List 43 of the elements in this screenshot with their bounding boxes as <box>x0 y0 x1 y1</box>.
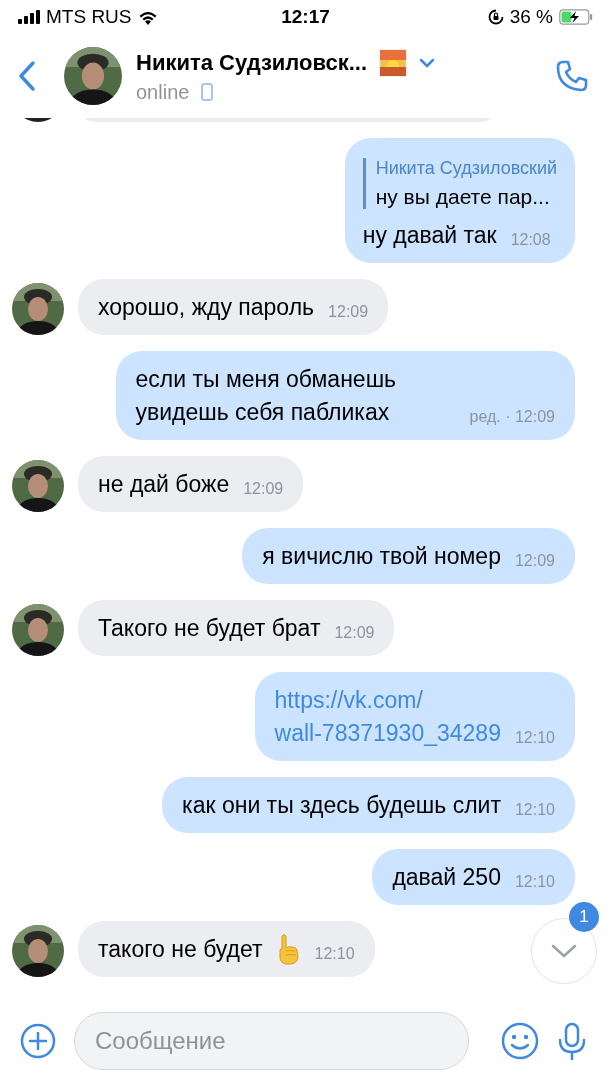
message-time: 12:10 <box>314 945 355 965</box>
message-text: хорошо, жду пароль <box>98 293 315 323</box>
chevron-down-icon[interactable] <box>419 57 436 68</box>
chevron-down-icon <box>551 944 577 958</box>
clock-time: 12:17 <box>281 6 330 28</box>
message-time: 12:08 <box>510 231 551 251</box>
battery-percent: 36 % <box>509 6 553 28</box>
message-text: я вичислю твой номер <box>262 541 501 571</box>
emoji-smile-icon[interactable] <box>501 1022 539 1060</box>
message-input-field[interactable]: Сообщение <box>74 1012 469 1070</box>
quoted-message[interactable]: Никита Судзиловский ну вы даете пар... <box>362 158 557 209</box>
back-button[interactable] <box>18 60 36 92</box>
contact-name[interactable]: Никита Судзиловск... <box>136 49 368 76</box>
message-text: давай 250 <box>392 862 501 892</box>
message-text: Такого не будет брат <box>98 614 321 644</box>
message-text: как они ты здесь будешь слит <box>182 790 501 820</box>
message-time: 12:09 <box>243 479 284 499</box>
message-time: 12:10 <box>514 873 555 893</box>
signal-icon <box>18 10 40 24</box>
quote-author: Никита Судзиловский <box>375 158 557 179</box>
message-time: 12:09 <box>334 624 375 644</box>
message-text: такого не будет <box>98 935 263 965</box>
message-time: 12:09 <box>514 552 555 572</box>
quote-text: ну вы даете пар... <box>375 185 551 209</box>
message-time: 12:10 <box>514 728 555 748</box>
phone-device-icon <box>201 83 214 101</box>
unread-count-badge: 1 <box>569 902 599 932</box>
add-attachment-button[interactable] <box>20 1023 56 1059</box>
message-text: ну давай так <box>362 221 497 250</box>
message-text: если ты меня обманешь увидешь себя пабликах <box>135 365 398 427</box>
message-time: ред. · 12:09 <box>469 407 555 427</box>
carrier-name: MTS RUS <box>46 6 132 28</box>
sunrise-icon <box>379 48 408 77</box>
message-text: не дай боже <box>98 469 230 499</box>
wifi-icon <box>137 9 158 25</box>
pointing-finger-icon <box>276 933 301 966</box>
microphone-icon[interactable] <box>557 1022 587 1060</box>
message-time: 12:10 <box>514 800 555 820</box>
rotation-lock-icon <box>487 9 504 25</box>
online-status: online <box>136 80 190 104</box>
battery-charging-icon <box>559 9 593 25</box>
message-time: 12:09 <box>328 303 369 323</box>
phone-call-icon[interactable] <box>555 59 589 93</box>
